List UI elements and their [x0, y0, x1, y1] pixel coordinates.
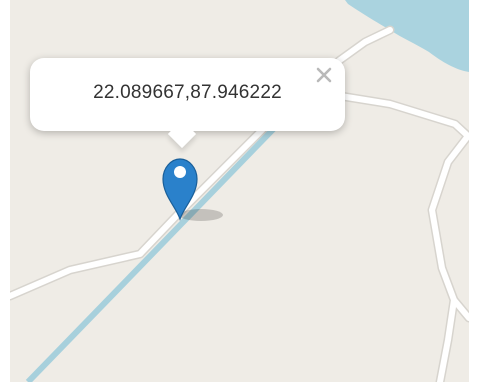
location-marker[interactable]	[161, 145, 233, 230]
map-pin-icon	[162, 158, 223, 221]
coordinates-popup: 22.089667,87.946222	[30, 58, 345, 149]
popup-coordinates-text: 22.089667,87.946222	[93, 82, 282, 103]
popup-close-button[interactable]	[313, 64, 335, 86]
close-icon	[316, 67, 332, 83]
map-screenshot-frame: 22.089667,87.946222	[0, 0, 479, 389]
